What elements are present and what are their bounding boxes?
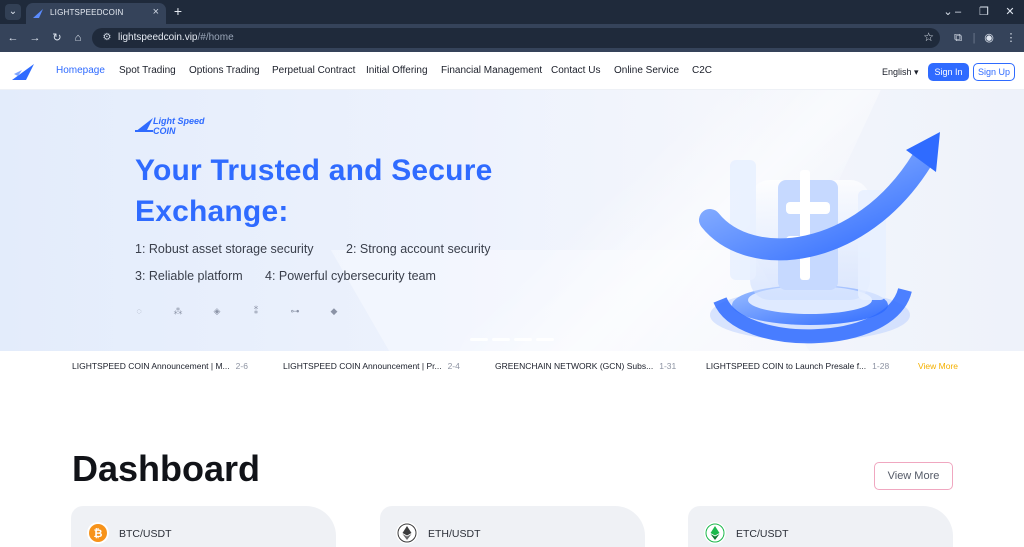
feature-4: 4: Powerful cybersecurity team [265, 269, 436, 283]
market-card-eth[interactable]: ETH/USDT [380, 506, 645, 547]
announcement-item[interactable]: LIGHTSPEED COIN Announcement | Pr... 2-4 [283, 361, 460, 371]
carousel-dot-1[interactable] [470, 338, 488, 341]
close-window-icon[interactable]: ✕ [1000, 4, 1020, 20]
pair-name: ETH/USDT [428, 528, 481, 540]
announcement-item[interactable]: GREENCHAIN NETWORK (GCN) Subs... 1-31 [495, 361, 676, 371]
reload-icon[interactable]: ↻ [49, 30, 65, 46]
market-card-btc[interactable]: ₿ BTC/USDT [71, 506, 336, 547]
carousel-dot-4[interactable] [536, 338, 554, 341]
secure-vault-illustration [699, 132, 940, 344]
back-icon[interactable]: ← [5, 30, 21, 46]
browser-tab-bar: ⌄ LIGHTSPEEDCOIN × + ⌄ – ❐ ✕ [0, 0, 1024, 24]
sign-in-button[interactable]: Sign In [928, 63, 969, 81]
nav-spot-trading[interactable]: Spot Trading [119, 65, 176, 76]
feature-3: 3: Reliable platform [135, 269, 243, 283]
market-card-etc[interactable]: ETC/USDT [688, 506, 953, 547]
partner-logo-2-icon: ⁂ [173, 306, 183, 316]
ethereum-icon [396, 522, 418, 544]
bitcoin-icon: ₿ [87, 522, 109, 544]
dashboard-view-more-button[interactable]: View More [874, 462, 953, 490]
pair-name: ETC/USDT [736, 528, 789, 540]
nav-online-service[interactable]: Online Service [614, 65, 679, 76]
divider: | [972, 32, 976, 44]
carousel-dot-2[interactable] [492, 338, 510, 341]
restore-icon[interactable]: ❐ [974, 4, 994, 20]
nav-financial-management[interactable]: Financial Management [441, 65, 542, 76]
hero-title: Your Trusted and Secure Exchange: [135, 154, 493, 228]
brand-line1: Light Speed [153, 116, 205, 126]
ethereum-classic-icon [704, 522, 726, 544]
home-icon[interactable]: ⌂ [70, 30, 86, 46]
minimize-icon[interactable]: – [948, 4, 968, 20]
nav-contact-us[interactable]: Contact Us [551, 65, 600, 76]
caret-down-icon: ▾ [914, 67, 919, 77]
partner-logo-3-icon: ◈ [213, 306, 221, 316]
announcement-item[interactable]: LIGHTSPEED COIN Announcement | M... 2-6 [72, 361, 248, 371]
carousel-dot-3[interactable] [514, 338, 532, 341]
tab-close-icon[interactable]: × [153, 6, 159, 18]
hero-brand-logo: Light Speed COIN [135, 114, 215, 136]
profile-icon[interactable]: ◉ [981, 30, 997, 46]
tab-title: LIGHTSPEEDCOIN [50, 8, 124, 17]
pair-name: BTC/USDT [119, 528, 172, 540]
url-input[interactable]: ⚙ lightspeedcoin.vip/#/home ☆ [92, 28, 940, 48]
svg-text:₿: ₿ [94, 527, 103, 540]
nav-homepage[interactable]: Homepage [56, 65, 105, 76]
announcements-view-more-link[interactable]: View More [918, 361, 958, 371]
brand-mark-icon [135, 118, 153, 132]
partner-logo-6-icon: ◆ [330, 306, 338, 316]
feature-2: 2: Strong account security [346, 242, 491, 256]
browser-menu-icon[interactable]: ⋮ [1003, 30, 1019, 46]
nav-perpetual-contract[interactable]: Perpetual Contract [272, 65, 355, 76]
extensions-icon[interactable]: ⧉ [950, 30, 966, 46]
tab-search-icon[interactable]: ⌄ [5, 4, 21, 20]
forward-icon[interactable]: → [27, 30, 43, 46]
lightspeed-logo-icon[interactable] [12, 62, 36, 80]
sign-up-button[interactable]: Sign Up [973, 63, 1015, 81]
language-selector[interactable]: English ▾ [882, 67, 919, 78]
feature-1: 1: Robust asset storage security [135, 242, 314, 256]
partner-logo-5-icon: ⊶ [290, 306, 300, 316]
nav-c2c[interactable]: C2C [692, 65, 712, 76]
site-settings-icon[interactable]: ⚙ [100, 31, 114, 45]
nav-initial-offering[interactable]: Initial Offering [366, 65, 428, 76]
brand-line2: COIN [153, 126, 176, 136]
nav-options-trading[interactable]: Options Trading [189, 65, 260, 76]
address-bar: ← → ↻ ⌂ ⚙ lightspeedcoin.vip/#/home ☆ ⧉ … [0, 24, 1024, 52]
hero-banner[interactable]: Light Speed COIN Your Trusted and Secure… [0, 90, 1024, 351]
new-tab-icon[interactable]: + [170, 3, 186, 19]
url-text: lightspeedcoin.vip/#/home [118, 32, 234, 43]
site-favicon-icon [33, 9, 43, 18]
partner-logo-4-icon: ⁑ [253, 306, 259, 316]
announcement-item[interactable]: LIGHTSPEED COIN to Launch Presale f... 1-… [706, 361, 889, 371]
partner-logo-1-icon: ◌ [136, 306, 142, 316]
bookmark-star-icon[interactable]: ☆ [923, 30, 934, 44]
browser-tab[interactable]: LIGHTSPEEDCOIN × [26, 3, 166, 24]
dashboard-title: Dashboard [72, 448, 261, 489]
site-header: Homepage Spot Trading Options Trading Pe… [0, 52, 1024, 90]
